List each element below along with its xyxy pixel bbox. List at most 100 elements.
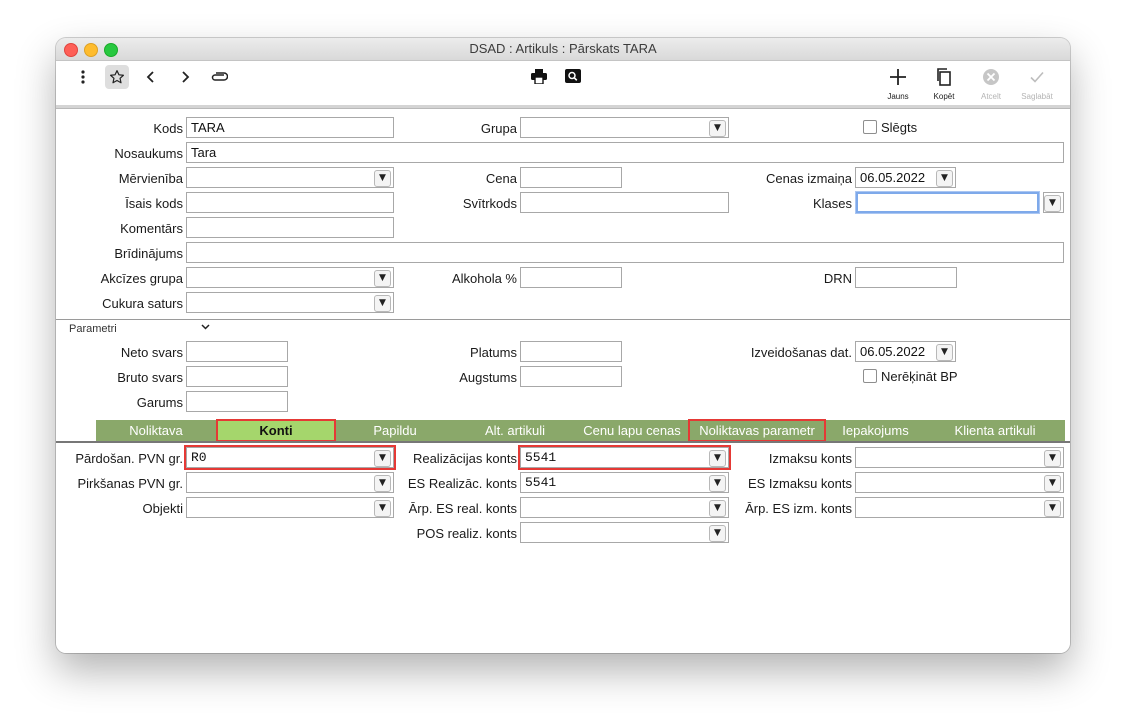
objekti-label: Objekti [142,501,183,516]
tab-cenu-lapu-cenas[interactable]: Cenu lapu cenas [576,420,688,441]
izveid-value: 06.05.2022 [860,344,926,359]
chevron-down-icon: ▼ [1044,500,1061,517]
es-realiz-label: ES Realizāc. konts [407,476,517,491]
akcizes-label: Akcīzes grupa [100,271,183,286]
chevron-down-icon: ▼ [374,295,391,312]
chevron-down-icon: ▼ [936,170,953,187]
tab-noliktava[interactable]: Noliktava [96,420,216,441]
arp-es-real-label: Ārp. ES real. konts [408,501,517,516]
drn-field[interactable] [855,267,957,288]
tab-konti[interactable]: Konti [216,419,336,442]
cena-label: Cena [485,171,517,186]
slegts-label: Slēgts [881,120,918,135]
arp-es-izm-label: Ārp. ES izm. konts [745,501,852,516]
printer-icon[interactable] [530,67,548,85]
platums-label: Platums [470,345,517,360]
chevron-down-icon: ▼ [374,450,391,467]
pirksanas-label: Pirkšanas PVN gr. [77,476,184,491]
svitrkods-label: Svītrkods [462,196,517,211]
new-button[interactable]: Jauns [878,67,918,101]
svitrkods-field[interactable] [520,192,729,213]
cenas-izmaina-value: 06.05.2022 [860,170,926,185]
augstums-label: Augstums [459,370,517,385]
pardosan-select[interactable]: R0 ▼ [184,445,396,470]
tab-papildu[interactable]: Papildu [336,420,454,441]
pos-label: POS realiz. konts [416,526,517,541]
garums-field[interactable] [186,391,288,412]
objekti-select[interactable]: ▼ [186,497,394,518]
cukura-label: Cukura saturs [102,296,183,311]
chevron-down-icon[interactable] [199,320,211,334]
nosaukums-field[interactable]: Tara [186,142,1064,163]
cukura-select[interactable]: ▼ [186,292,394,313]
toolbar: Jauns Kopēt Atcelt Saglabāt [56,61,1070,105]
komentars-label: Komentārs [120,221,183,236]
klases-label: Klases [812,196,852,211]
es-realiz-value: 5541 [525,475,557,490]
isais-kods-label: Īsais kods [125,196,183,211]
tab-noliktavas-parametr[interactable]: Noliktavas parametr [688,419,826,442]
magnifier-icon[interactable] [564,67,582,85]
arp-es-real-select[interactable]: ▼ [520,497,729,518]
bridinajums-field[interactable] [186,242,1064,263]
chevron-down-icon: ▼ [374,170,391,187]
bruto-field[interactable] [186,366,288,387]
chevron-down-icon: ▼ [936,344,953,361]
cancel-label: Atcelt [980,92,1001,101]
klases-dropdown[interactable]: ▼ [1043,192,1064,213]
nerekinat-checkbox[interactable] [863,369,877,383]
chevron-down-icon: ▼ [709,120,726,137]
cenas-izmaina-date[interactable]: 06.05.2022 ▼ [855,167,956,188]
vertical-dots-icon[interactable] [74,67,92,87]
mervieniba-select[interactable]: ▼ [186,167,394,188]
nerekinat-label: Nerēķināt BP [881,369,958,384]
akcizes-select[interactable]: ▼ [186,267,394,288]
es-realiz-select[interactable]: 5541 ▼ [520,472,729,493]
pirksanas-select[interactable]: ▼ [186,472,394,493]
copy-button[interactable]: Kopēt [924,67,964,101]
chevron-down-icon: ▼ [1044,475,1061,492]
neto-field[interactable] [186,341,288,362]
star-icon[interactable] [105,65,129,89]
form-panel: Kods TARA Grupa ▼ Slēgts Nosaukums Tara … [56,109,1070,653]
chevron-down-icon: ▼ [709,450,726,467]
cancel-button[interactable]: Atcelt [971,67,1011,101]
izmaksu-select[interactable]: ▼ [855,447,1064,468]
kods-label: Kods [153,121,183,136]
es-izmaksu-label: ES Izmaksu konts [747,476,852,491]
cancel-icon [983,69,999,85]
chevron-left-icon[interactable] [142,67,160,87]
window-title: DSAD : Artikuls : Pārskats TARA [469,41,657,56]
grupa-select[interactable]: ▼ [520,117,729,138]
copy-icon [937,68,951,86]
klases-field[interactable] [856,192,1039,213]
paperclip-icon[interactable] [209,67,229,87]
chevron-down-icon: ▼ [709,525,726,542]
izveid-date[interactable]: 06.05.2022 ▼ [855,341,956,362]
kods-field[interactable]: TARA [186,117,394,138]
arp-es-izm-select[interactable]: ▼ [855,497,1064,518]
realiz-label: Realizācijas konts [412,451,517,466]
slegts-checkbox[interactable] [863,120,877,134]
es-izmaksu-select[interactable]: ▼ [855,472,1064,493]
augstums-field[interactable] [520,366,622,387]
chevron-right-icon[interactable] [176,67,194,87]
garums-label: Garums [136,395,183,410]
bruto-label: Bruto svars [117,370,183,385]
pos-select[interactable]: ▼ [520,522,729,543]
cena-field[interactable] [520,167,622,188]
isais-kods-field[interactable] [186,192,394,213]
chevron-down-icon: ▼ [374,475,391,492]
komentars-field[interactable] [186,217,394,238]
platums-field[interactable] [520,341,622,362]
save-label: Saglabāt [1021,92,1053,101]
save-button[interactable]: Saglabāt [1017,67,1057,101]
alkohola-field[interactable] [520,267,622,288]
realiz-value: 5541 [525,450,557,465]
drn-label: DRN [823,271,852,286]
tab-alt-artikuli[interactable]: Alt. artikuli [454,420,576,441]
tab-iepakojums[interactable]: Iepakojums [826,420,925,441]
realiz-select[interactable]: 5541 ▼ [518,445,731,470]
tab-klienta-artikuli[interactable]: Klienta artikuli [925,420,1065,441]
cenas-izmaina-label: Cenas izmaiņa [766,171,852,186]
